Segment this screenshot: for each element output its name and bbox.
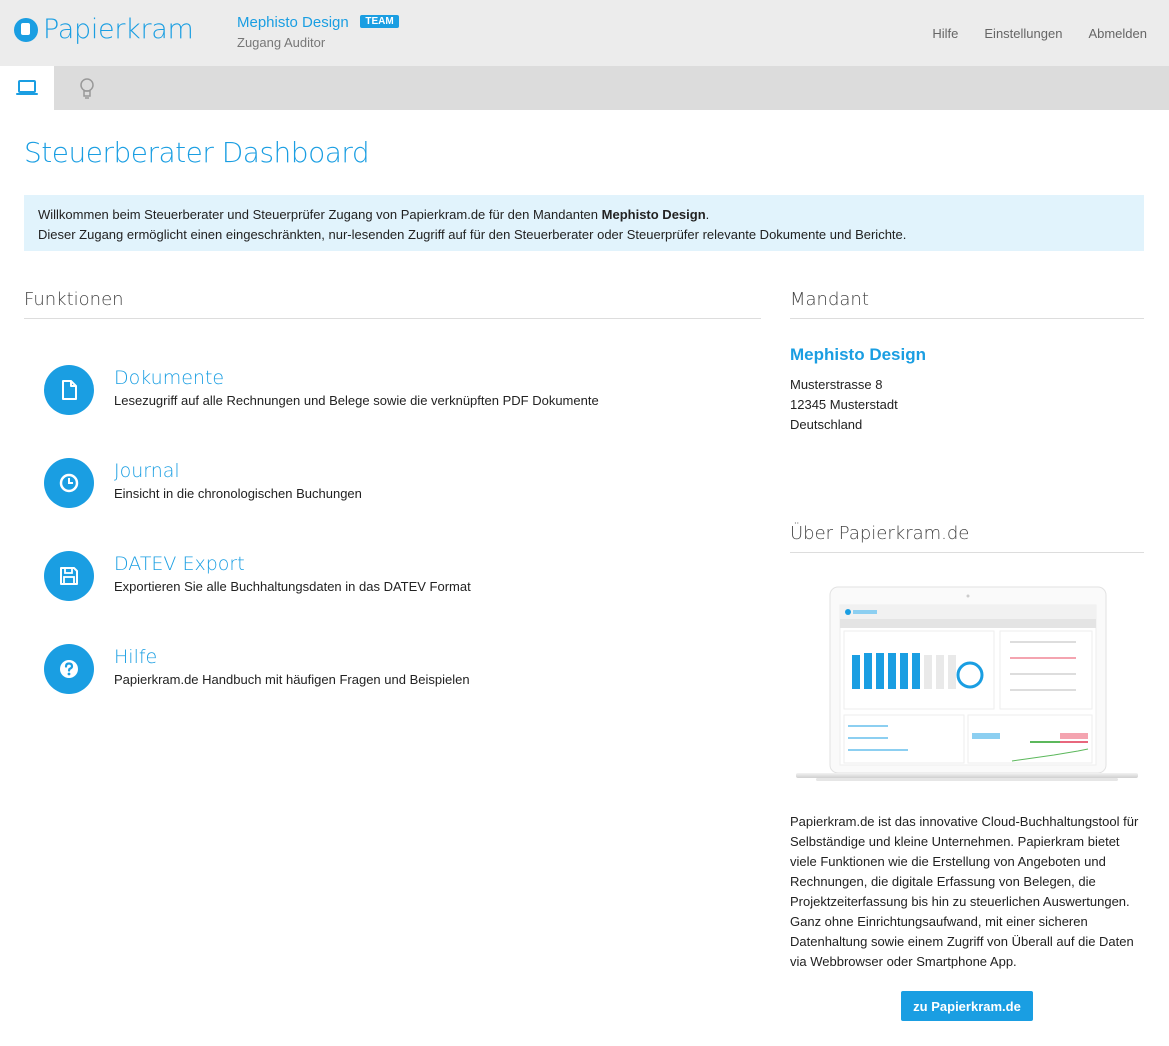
- papierkram-link-button[interactable]: zu Papierkram.de: [901, 991, 1033, 1021]
- funktionen-heading: Funktionen: [24, 289, 761, 319]
- function-description: Einsicht in die chronologischen Buchunge…: [114, 486, 362, 501]
- page-title: Steuerberater Dashboard: [24, 136, 370, 169]
- mandant-country: Deutschland: [790, 417, 863, 432]
- function-icon-circle[interactable]: [44, 458, 94, 508]
- logo-text: Papierkram: [43, 14, 194, 45]
- lightbulb-icon: [80, 78, 94, 99]
- account-role: Zugang Auditor: [237, 35, 326, 50]
- mandant-street: Musterstrasse 8: [790, 377, 883, 392]
- function-journal[interactable]: Journal Einsicht in die chronologischen …: [44, 458, 362, 508]
- function-hilfe[interactable]: Hilfe Papierkram.de Handbuch mit häufige…: [44, 644, 470, 694]
- laptop-icon: [16, 80, 38, 95]
- papierkram-laptop-image: [796, 585, 1138, 785]
- function-icon-circle[interactable]: [44, 551, 94, 601]
- function-description: Lesezugriff auf alle Rechnungen und Bele…: [114, 393, 599, 408]
- document-icon: [62, 380, 77, 400]
- mandant-name[interactable]: Mephisto Design: [790, 345, 926, 365]
- function-title[interactable]: DATEV Export: [114, 553, 471, 575]
- tab-bar: [0, 66, 1169, 110]
- function-dokumente[interactable]: Dokumente Lesezugriff auf alle Rechnunge…: [44, 365, 599, 415]
- function-description: Exportieren Sie alle Buchhaltungsdaten i…: [114, 579, 471, 594]
- function-datev-export[interactable]: DATEV Export Exportieren Sie alle Buchha…: [44, 551, 471, 601]
- account-name[interactable]: Mephisto Design: [237, 14, 349, 31]
- clock-icon: [59, 473, 79, 493]
- mandant-city: 12345 Musterstadt: [790, 397, 898, 412]
- floppy-disk-icon: [60, 567, 78, 585]
- function-icon-circle[interactable]: [44, 365, 94, 415]
- welcome-line1-suffix: .: [705, 207, 710, 222]
- question-icon: [60, 660, 78, 678]
- papierkram-logo-icon: [14, 17, 38, 42]
- function-title[interactable]: Dokumente: [114, 367, 599, 389]
- function-icon-circle[interactable]: [44, 644, 94, 694]
- nav-abmelden[interactable]: Abmelden: [1088, 26, 1147, 41]
- welcome-line1-text: Willkommen beim Steuerberater und Steuer…: [38, 207, 602, 222]
- top-bar: Papierkram Mephisto Design TEAM Zugang A…: [0, 0, 1169, 66]
- top-nav: Hilfe Einstellungen Abmelden: [932, 26, 1147, 41]
- nav-einstellungen[interactable]: Einstellungen: [984, 26, 1062, 41]
- welcome-client-name: Mephisto Design: [601, 207, 706, 222]
- function-title[interactable]: Hilfe: [114, 646, 470, 668]
- function-description: Papierkram.de Handbuch mit häufigen Frag…: [114, 672, 470, 687]
- tab-dashboard[interactable]: [0, 66, 54, 110]
- account-info: Mephisto Design TEAM Zugang Auditor: [237, 14, 399, 50]
- mandant-heading: Mandant: [790, 289, 1144, 319]
- about-text: Papierkram.de ist das innovative Cloud-B…: [790, 814, 1139, 969]
- welcome-message: Willkommen beim Steuerberater und Steuer…: [24, 195, 1144, 251]
- about-heading: Über Papierkram.de: [790, 523, 1144, 553]
- tab-tips[interactable]: [60, 66, 114, 110]
- nav-hilfe[interactable]: Hilfe: [932, 26, 958, 41]
- welcome-line2-text: Dieser Zugang ermöglicht einen eingeschr…: [38, 227, 907, 242]
- function-title[interactable]: Journal: [114, 460, 362, 482]
- team-badge: TEAM: [360, 15, 399, 28]
- logo[interactable]: Papierkram: [14, 14, 194, 45]
